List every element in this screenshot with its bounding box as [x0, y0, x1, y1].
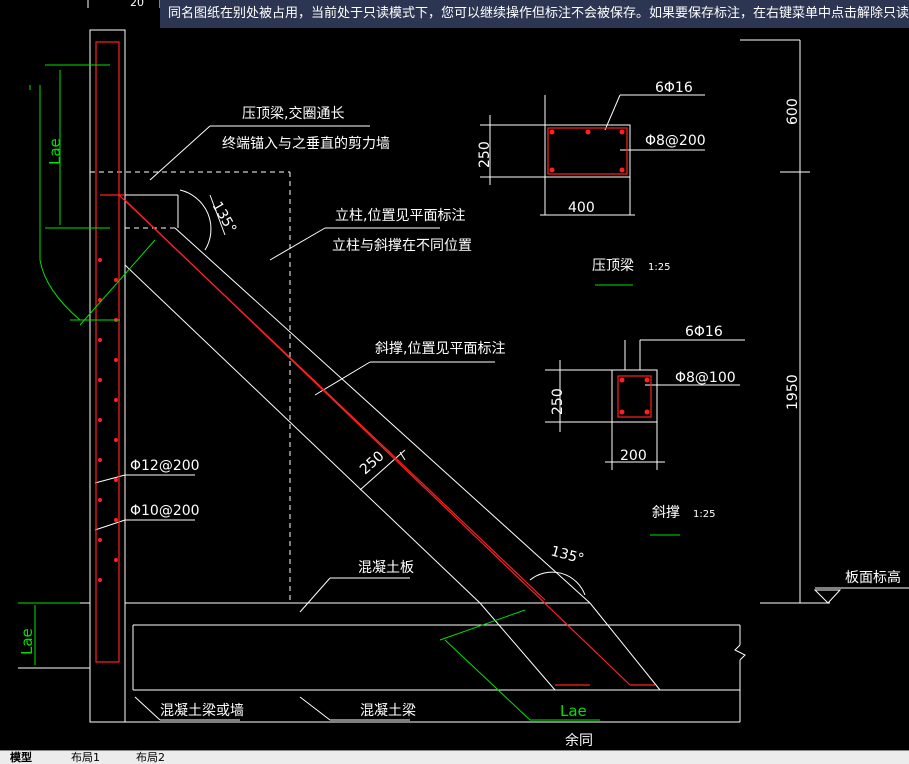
- section2-height: 250: [550, 388, 566, 415]
- section1-scale: 1:25: [648, 262, 670, 273]
- note-column-2: 立柱与斜撑在不同位置: [332, 238, 472, 254]
- label-slab: 混凝土板: [358, 560, 414, 576]
- section2-title: 斜撑: [652, 505, 680, 521]
- label-lae-top: Lae: [46, 138, 64, 165]
- label-lae-bottom: Lae: [18, 628, 36, 655]
- tab-model[interactable]: 模型: [4, 751, 38, 764]
- wall-column: [89, 29, 126, 723]
- readonly-notice-bar: 同名图纸在别处被占用，当前处于只读模式下，您可以继续操作但标注不会被保存。如果要…: [160, 0, 909, 28]
- label-same: 余同: [565, 732, 593, 749]
- label-lae-right: Lae: [560, 702, 587, 720]
- section2-outline: [611, 369, 658, 423]
- section2-width: 200: [620, 448, 647, 464]
- dim-600: 600: [785, 98, 801, 125]
- label-top-dim: 20: [130, 0, 144, 9]
- section1-top-rebar: 6Φ16: [655, 80, 693, 96]
- section1-height: 250: [477, 141, 493, 168]
- label-beam: 混凝土梁: [360, 703, 416, 719]
- note-column-1: 立柱,位置见平面标注: [335, 208, 465, 224]
- label-slab-level: 板面标高: [845, 569, 901, 586]
- label-rebar-2: Φ10@200: [130, 503, 200, 519]
- tab-layout-2[interactable]: 布局2: [130, 751, 171, 764]
- section1-width: 400: [568, 200, 595, 216]
- section1-title: 压顶梁: [592, 258, 634, 274]
- tab-layout-1[interactable]: 布局1: [65, 751, 106, 764]
- dimension-text: Lae Lae Lae: [18, 138, 587, 720]
- dim-1950: 1950: [785, 374, 801, 410]
- note-beam-1: 压顶梁,交圈通长: [242, 105, 344, 122]
- brace-edge-upper: [174, 227, 591, 604]
- drawing-text: 压顶梁,交圈通长 终端锚入与之垂直的剪力墙 立柱,位置见平面标注 立柱与斜撑在不…: [130, 0, 901, 749]
- dimension-lines: [18, 64, 680, 721]
- section2-scale: 1:25: [693, 509, 715, 520]
- label-beam-wall: 混凝土梁或墙: [160, 703, 244, 719]
- layout-tab-bar: 模型 布局1 布局2: [0, 750, 909, 764]
- section2-top-rebar: 6Φ16: [685, 324, 723, 340]
- section2-stirrup: Φ8@100: [675, 370, 736, 386]
- label-rebar-1: Φ12@200: [130, 458, 200, 474]
- note-beam-2: 终端锚入与之垂直的剪力墙: [222, 135, 390, 152]
- structure-lines: [18, 0, 909, 723]
- label-angle-bottom: 135°: [549, 543, 586, 567]
- label-brace-width: 250: [357, 448, 388, 478]
- label-angle-top: 135°: [209, 199, 240, 236]
- note-brace: 斜撑,位置见平面标注: [375, 341, 505, 357]
- brace-edge-lower: [124, 264, 481, 604]
- cad-drawing-canvas[interactable]: 压顶梁,交圈通长 终端锚入与之垂直的剪力墙 立柱,位置见平面标注 立柱与斜撑在不…: [0, 0, 909, 750]
- section1-stirrup: Φ8@200: [645, 133, 706, 149]
